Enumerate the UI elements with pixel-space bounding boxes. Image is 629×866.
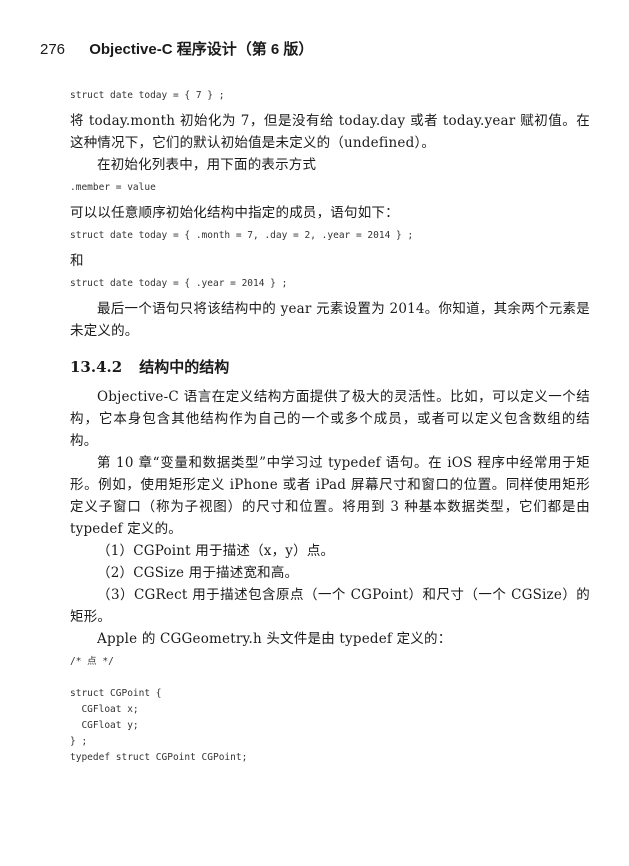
page-content: struct date today = { 7 } ; 将 today.mont… (70, 84, 590, 766)
section-title: 结构中的结构 (139, 358, 230, 376)
page-header: 276 Objective-C 程序设计（第 6 版） (40, 38, 609, 59)
paragraph-struct-flexibility: Objective-C 语言在定义结构方面提供了极大的灵活性。比如，可以定义一个… (70, 389, 590, 449)
page-number: 276 (40, 41, 66, 58)
paragraph-cggeometry-header: Apple 的 CGGeometry.h 头文件是由 typedef 定义的： (97, 631, 452, 647)
paragraph-last-statement: 最后一个语句只将该结构中的 year 元素设置为 2014。你知道，其余两个元素… (70, 301, 590, 339)
paragraph-and: 和 (70, 253, 84, 269)
code-year-only: struct date today = { .year = 2014 } ; (70, 278, 288, 289)
section-number: 13.4.2 (70, 358, 123, 376)
code-member-value: .member = value (70, 182, 156, 193)
section-heading: 13.4.2 结构中的结构 (70, 356, 590, 378)
code-designated-init: struct date today = { .month = 7, .day =… (70, 230, 414, 241)
paragraph-any-order: 可以以任意顺序初始化结构中指定的成员，语句如下： (70, 205, 399, 221)
code-line-initializer: struct date today = { 7 } ; (70, 90, 225, 101)
paragraph-init-list: 在初始化列表中，用下面的表示方式 (97, 157, 317, 173)
list-item-cgrect: （3）CGRect 用于描述包含原点（一个 CGPoint）和尺寸（一个 CGS… (70, 587, 590, 625)
list-item-cgsize: （2）CGSize 用于描述宽和高。 (97, 565, 299, 581)
paragraph-typedef-rectangles: 第 10 章“变量和数据类型”中学习过 typedef 语句。在 iOS 程序中… (70, 455, 590, 537)
book-title: Objective-C 程序设计（第 6 版） (89, 41, 314, 58)
list-item-cgpoint: （1）CGPoint 用于描述（x，y）点。 (97, 543, 335, 559)
paragraph-undefined-default: 将 today.month 初始化为 7，但是没有给 today.day 或者 … (70, 113, 590, 151)
code-cgpoint-struct: /* 点 */ struct CGPoint { CGFloat x; CGFl… (70, 656, 248, 763)
